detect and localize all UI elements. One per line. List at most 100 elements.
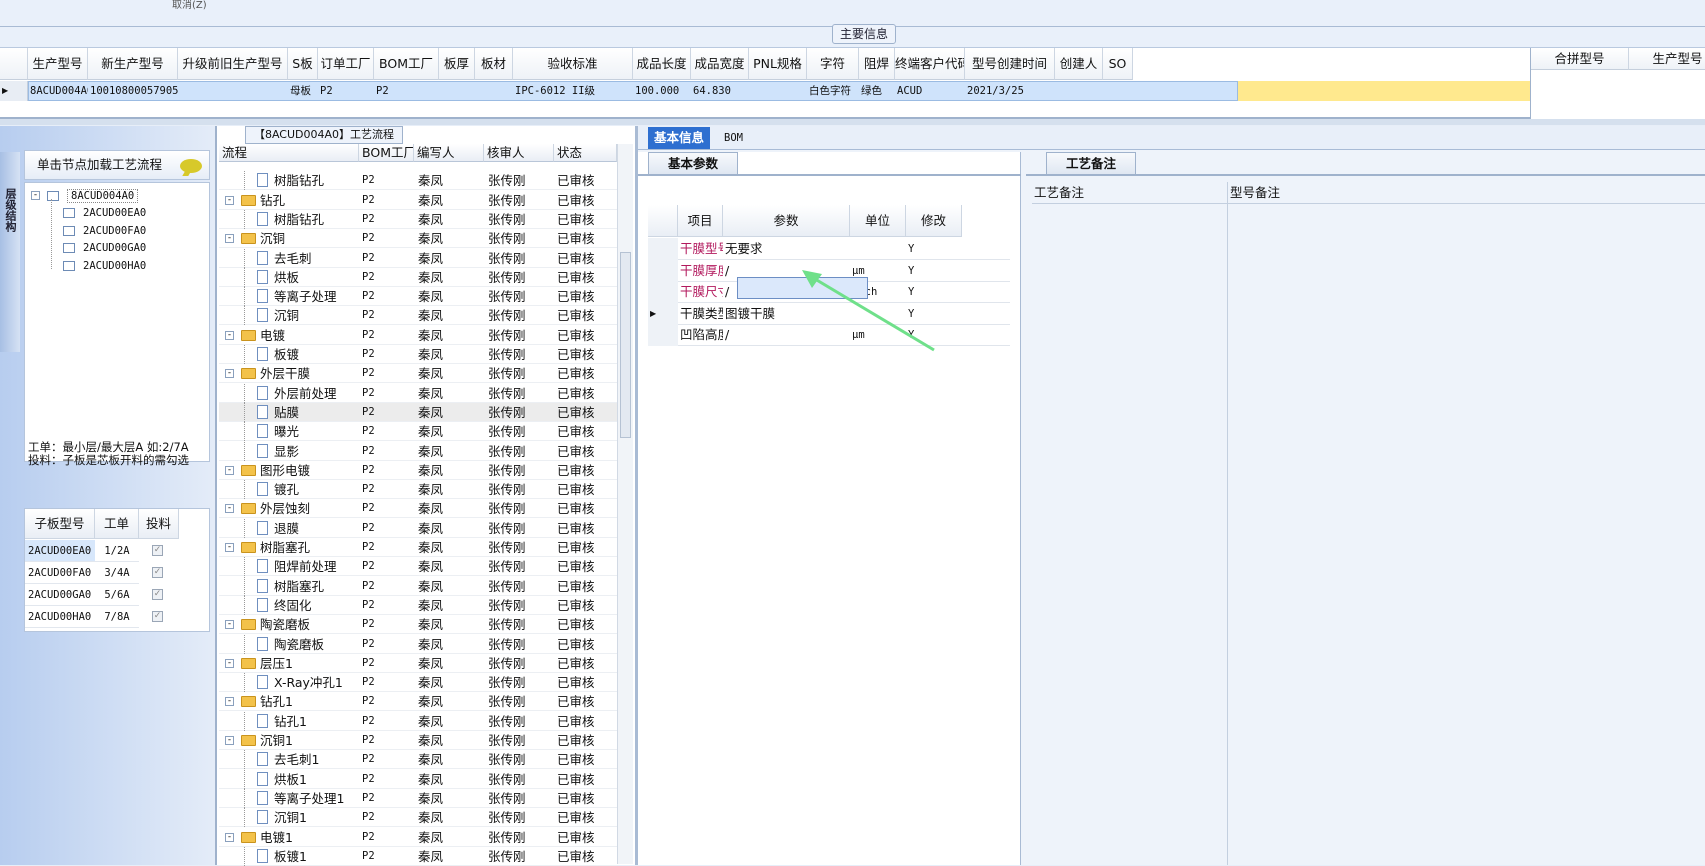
tree-node-child[interactable]: 2ACUD00EA0	[63, 204, 146, 222]
process-scrollbar[interactable]	[617, 144, 633, 864]
params-column-header[interactable]: 参数	[723, 205, 850, 237]
model-remarks-box[interactable]: 型号备注	[1228, 182, 1705, 865]
process-row[interactable]: - 图形电镀 P2 秦凤 张传刚 已审核	[219, 461, 617, 480]
process-row[interactable]: 曝光 P2 秦凤 张传刚 已审核	[219, 422, 617, 442]
process-row[interactable]: 树脂钻孔 P2 秦凤 张传刚 已审核	[219, 209, 617, 229]
sub-model-cell[interactable]: 2ACUD00GA0	[25, 584, 95, 606]
selected-cell[interactable]	[737, 277, 868, 299]
tree-expander[interactable]: -	[225, 658, 234, 668]
tree-expander[interactable]: -	[225, 465, 234, 475]
feed-checkbox[interactable]: ✓	[152, 611, 163, 622]
grid-cell[interactable]: IPC-6012 II级	[513, 81, 633, 101]
merge-column-header[interactable]: 生产型号	[1629, 48, 1705, 70]
process-row[interactable]: 阻焊前处理 P2 秦凤 张传刚 已审核	[219, 557, 617, 577]
column-header[interactable]: 板厚	[439, 48, 475, 80]
param-value[interactable]: /	[723, 324, 850, 346]
tree-node-root[interactable]: 8ACUD004A0	[47, 187, 139, 205]
sub-column-header[interactable]: 子板型号	[25, 509, 95, 539]
process-column-header[interactable]: 流程	[219, 144, 359, 162]
process-row[interactable]: 钻孔1 P2 秦凤 张传刚 已审核	[219, 711, 617, 731]
process-row[interactable]: 板镀 P2 秦凤 张传刚 已审核	[219, 345, 617, 364]
process-row[interactable]: 显影 P2 秦凤 张传刚 已审核	[219, 441, 617, 461]
column-header[interactable]: 字符	[807, 48, 859, 80]
sub-column-header[interactable]: 投料	[139, 509, 179, 539]
column-header[interactable]: 成品宽度	[691, 48, 749, 80]
process-column-header[interactable]: 核审人	[484, 144, 554, 162]
param-value[interactable]: 无要求	[723, 238, 850, 260]
process-row[interactable]: 去毛刺1 P2 秦凤 张传刚 已审核	[219, 750, 617, 770]
sub-order-cell[interactable]: 3/4A	[95, 562, 139, 584]
sub-column-header[interactable]: 工单	[95, 509, 139, 539]
process-row[interactable]: 外层前处理 P2 秦凤 张传刚 已审核	[219, 383, 617, 403]
tree-expander[interactable]: -	[225, 195, 234, 205]
process-row[interactable]: - 沉铜 P2 秦凤 张传刚 已审核	[219, 229, 617, 249]
params-row[interactable]: 凹陷高度/μm Y	[648, 324, 1010, 346]
process-column-header[interactable]: BOM工厂	[359, 144, 414, 162]
scrollbar-thumb[interactable]	[620, 252, 631, 438]
params-column-header[interactable]: 修改	[906, 205, 962, 237]
column-header[interactable]: 新生产型号	[88, 48, 178, 80]
column-header[interactable]: 成品长度	[633, 48, 691, 80]
tree-expander[interactable]: -	[225, 369, 234, 379]
column-header[interactable]: 订单工厂	[318, 48, 374, 80]
feed-checkbox[interactable]: ✓	[152, 589, 163, 600]
feed-checkbox[interactable]: ✓	[152, 545, 163, 556]
process-row[interactable]: - 树脂塞孔 P2 秦凤 张传刚 已审核	[219, 538, 617, 557]
column-header[interactable]: PNL规格	[749, 48, 807, 80]
process-row[interactable]: - 钻孔1 P2 秦凤 张传刚 已审核	[219, 692, 617, 712]
grid-cell[interactable]: P2	[374, 81, 439, 101]
grid-cell[interactable]: 100.000	[633, 81, 691, 101]
process-row[interactable]: 沉铜 P2 秦凤 张传刚 已审核	[219, 306, 617, 326]
process-row[interactable]: 板镀1 P2 秦凤 张传刚 已审核	[219, 846, 617, 866]
process-row[interactable]: 镀孔 P2 秦凤 张传刚 已审核	[219, 480, 617, 500]
process-row[interactable]: X-Ray冲孔1 P2 秦凤 张传刚 已审核	[219, 673, 617, 693]
column-header[interactable]: 型号创建时间	[965, 48, 1055, 80]
comment-bubble-icon[interactable]	[180, 159, 202, 173]
sub-model-cell[interactable]: 2ACUD00HA0	[25, 606, 95, 628]
column-header[interactable]: SO	[1103, 48, 1133, 80]
process-row[interactable]: 等离子处理 P2 秦凤 张传刚 已审核	[219, 287, 617, 307]
column-header[interactable]: BOM工厂	[374, 48, 439, 80]
column-header[interactable]: 生产型号	[28, 48, 88, 80]
tree-node-child[interactable]: 2ACUD00HA0	[63, 257, 146, 275]
tree-expander[interactable]: -	[225, 832, 234, 842]
process-row[interactable]: - 电镀1 P2 秦凤 张传刚 已审核	[219, 828, 617, 847]
process-row[interactable]: - 陶瓷磨板 P2 秦凤 张传刚 已审核	[219, 615, 617, 635]
column-header[interactable]: 板材	[475, 48, 513, 80]
tree-expander[interactable]: -	[225, 543, 234, 552]
process-row[interactable]: - 沉铜1 P2 秦凤 张传刚 已审核	[219, 731, 617, 750]
tree-expander[interactable]: -	[225, 330, 234, 340]
process-row[interactable]: 陶瓷磨板 P2 秦凤 张传刚 已审核	[219, 634, 617, 654]
grid-cell[interactable]: 母板	[288, 81, 318, 101]
grid-cell[interactable]: 2021/3/25	[965, 81, 1055, 101]
grid-cell[interactable]: P2	[318, 81, 374, 101]
feed-checkbox[interactable]: ✓	[152, 567, 163, 578]
process-row[interactable]: 终固化 P2 秦凤 张传刚 已审核	[219, 595, 617, 615]
tree-node-child[interactable]: 2ACUD00FA0	[63, 222, 146, 240]
sub-order-cell[interactable]: 1/2A	[95, 540, 139, 562]
grid-cell[interactable]: 64.830	[691, 81, 749, 101]
process-row[interactable]: - 外层干膜 P2 秦凤 张传刚 已审核	[219, 364, 617, 384]
column-header[interactable]: 验收标准	[513, 48, 633, 80]
process-column-header[interactable]: 状态	[554, 144, 617, 162]
process-row[interactable]: 烘板1 P2 秦凤 张传刚 已审核	[219, 769, 617, 789]
grid-cell[interactable]: 白色字符	[807, 81, 859, 101]
process-row[interactable]: 树脂塞孔 P2 秦凤 张传刚 已审核	[219, 576, 617, 596]
process-row[interactable]: 贴膜 P2 秦凤 张传刚 已审核	[219, 402, 617, 422]
params-column-header[interactable]: 单位	[850, 205, 906, 237]
sub-order-cell[interactable]: 7/8A	[95, 606, 139, 628]
tree-expander[interactable]: -	[31, 191, 40, 200]
column-header[interactable]: 升级前旧生产型号	[178, 48, 288, 80]
tree-expander[interactable]: -	[225, 234, 234, 244]
process-row[interactable]: 去毛刺 P2 秦凤 张传刚 已审核	[219, 248, 617, 268]
sub-model-cell[interactable]: 2ACUD00EA0	[25, 540, 95, 562]
column-header[interactable]: 终端客户代码	[895, 48, 965, 80]
process-row[interactable]: 等离子处理1 P2 秦凤 张传刚 已审核	[219, 788, 617, 808]
column-header[interactable]: 阻焊	[859, 48, 895, 80]
process-row[interactable]: - 钻孔 P2 秦凤 张传刚 已审核	[219, 191, 617, 210]
process-row[interactable]: 烘板 P2 秦凤 张传刚 已审核	[219, 267, 617, 287]
tree-node-child[interactable]: 2ACUD00GA0	[63, 239, 146, 257]
process-column-header[interactable]: 编写人	[414, 144, 484, 162]
tab-basic-info[interactable]: 基本信息	[648, 127, 711, 149]
process-row[interactable]: 沉铜1 P2 秦凤 张传刚 已审核	[219, 808, 617, 828]
